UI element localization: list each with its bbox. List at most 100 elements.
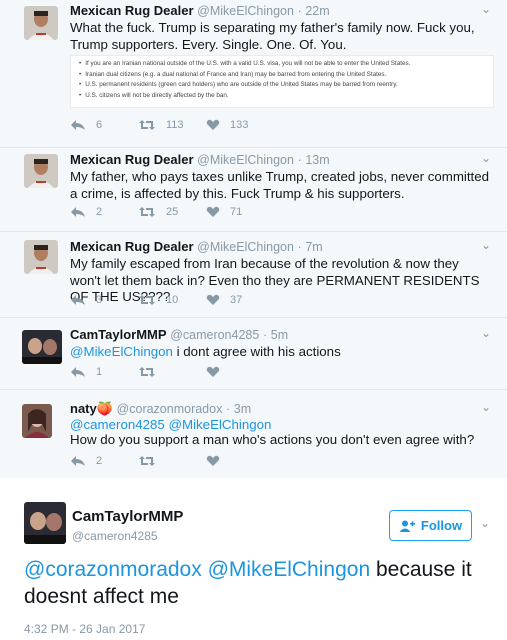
like-button[interactable] [206,455,220,467]
like-count: 71 [230,206,243,218]
separator: · [297,240,302,254]
avatar[interactable] [22,404,52,438]
caret-down-icon[interactable]: ⌄ [480,516,490,530]
tweet-text: How do you support a man who's actions y… [70,432,475,447]
timestamp[interactable]: 22m [305,4,329,18]
tweet-2[interactable]: Mexican Rug Dealer @MikeElChingon · 13m … [0,148,507,232]
caret-down-icon[interactable]: ⌄ [481,151,491,165]
tweet-1[interactable]: Mexican Rug Dealer @MikeElChingon · 22m … [0,0,507,148]
display-name[interactable]: CamTaylorMMP [72,508,183,525]
username[interactable]: @MikeElChingon [197,153,294,167]
tweet-text: My father, who pays taxes unlike Trump, … [70,169,490,201]
retweet-button[interactable] [138,366,156,378]
retweet-icon [139,367,155,377]
tweet-text: What the fuck. Trump is separating my fa… [70,20,475,52]
embed-line: If you are an Iranian national outside o… [79,59,487,70]
reply-icon [71,120,85,130]
follow-person-icon [399,520,415,532]
username[interactable]: @MikeElChingon [197,240,294,254]
retweet-icon [139,456,155,466]
tweet-5[interactable]: naty🍑 @corazonmoradox · 3m ⌄ @cameron428… [0,390,507,478]
display-name[interactable]: CamTaylorMMP [70,327,167,342]
peach-emoji: 🍑 [96,401,113,416]
heart-icon [206,206,220,217]
tweet-text: @MikeElChingon i dont agree with his act… [70,344,490,361]
reply-button[interactable]: 2 [70,206,102,218]
reply-button[interactable]: 1 [70,366,102,378]
heart-icon [206,294,220,305]
reply-count: 1 [96,366,103,378]
follow-button[interactable]: Follow [389,510,472,541]
avatar[interactable] [24,6,58,40]
mention-links[interactable]: @cameron4285 @MikeElChingon [70,417,271,432]
username[interactable]: @corazonmoradox [117,402,223,416]
tweet-text-rest: i dont agree with his actions [172,344,341,359]
like-button[interactable]: 133 [206,119,248,131]
reply-button[interactable]: 2 [70,455,102,467]
retweet-count: 113 [166,119,184,131]
display-name[interactable]: Mexican Rug Dealer [70,152,194,167]
heart-icon [206,366,220,377]
retweet-icon [139,120,155,130]
embedded-image[interactable]: If you are an Iranian national outside o… [70,55,494,108]
like-button[interactable]: 37 [206,294,242,306]
reply-icon [71,456,85,466]
display-name[interactable]: naty [70,401,97,416]
timestamp[interactable]: 13m [305,153,329,167]
tweet-4[interactable]: CamTaylorMMP @cameron4285 · 5m ⌄ @MikeEl… [0,318,507,390]
caret-down-icon[interactable]: ⌄ [481,238,491,252]
tweet-text: My family escaped from Iran because of t… [70,256,480,304]
retweet-button[interactable] [138,455,156,467]
separator: · [225,402,231,416]
retweet-button[interactable]: 10 [138,294,178,306]
mention-links[interactable]: @corazonmoradox @MikeElChingon [24,558,370,581]
separator: · [262,328,268,342]
like-button[interactable]: 71 [206,206,242,218]
username[interactable]: @MikeElChingon [197,4,294,18]
heart-icon [206,455,220,466]
like-count: 37 [230,294,243,306]
embed-line: Iranian dual citizens (e.g. a dual natio… [79,70,487,81]
caret-down-icon[interactable]: ⌄ [481,2,491,16]
timestamp[interactable]: 7m [305,240,322,254]
caret-down-icon[interactable]: ⌄ [481,326,491,340]
display-name[interactable]: Mexican Rug Dealer [70,3,194,18]
tweet-header: Mexican Rug Dealer @MikeElChingon · 7m [70,239,323,254]
retweet-button[interactable]: 25 [138,206,178,218]
avatar[interactable] [24,154,58,188]
tweet-header: CamTaylorMMP @cameron4285 · 5m [70,327,288,342]
follow-label: Follow [420,518,463,533]
like-button[interactable] [206,366,220,378]
username[interactable]: @cameron4285 [170,328,259,342]
timestamp[interactable]: 5m [271,328,288,342]
retweet-button[interactable]: 113 [138,119,184,131]
retweet-icon [139,295,155,305]
reply-count: 2 [96,206,103,218]
separator: · [297,4,302,18]
heart-icon [206,119,220,130]
reply-icon [71,367,85,377]
like-count: 133 [230,119,249,131]
tweet-3[interactable]: Mexican Rug Dealer @MikeElChingon · 7m ⌄… [0,232,507,318]
mention-link[interactable]: @MikeElChingon [70,344,173,359]
username[interactable]: @cameron4285 [72,529,158,543]
tweet-header: Mexican Rug Dealer @MikeElChingon · 13m [70,152,330,167]
reply-button[interactable]: 6 [70,119,102,131]
retweet-count: 25 [166,206,179,218]
reply-icon [71,207,85,217]
avatar[interactable] [24,502,66,544]
display-name[interactable]: Mexican Rug Dealer [70,239,194,254]
timestamp[interactable]: 3m [234,402,251,416]
avatar[interactable] [24,240,58,274]
reply-count: 3 [96,294,103,306]
reply-count: 2 [96,455,103,467]
separator: · [297,153,302,167]
caret-down-icon[interactable]: ⌄ [481,400,491,414]
embed-line: U.S. permanent residents (green card hol… [79,80,487,91]
main-tweet: CamTaylorMMP @cameron4285 Follow ⌄ @cora… [0,478,507,640]
avatar[interactable] [22,330,62,364]
retweet-icon [139,207,155,217]
tweet-timestamp[interactable]: 4:32 PM - 26 Jan 2017 [24,622,145,636]
reply-button[interactable]: 3 [70,294,102,306]
tweet-header: naty🍑 @corazonmoradox · 3m [70,401,251,417]
